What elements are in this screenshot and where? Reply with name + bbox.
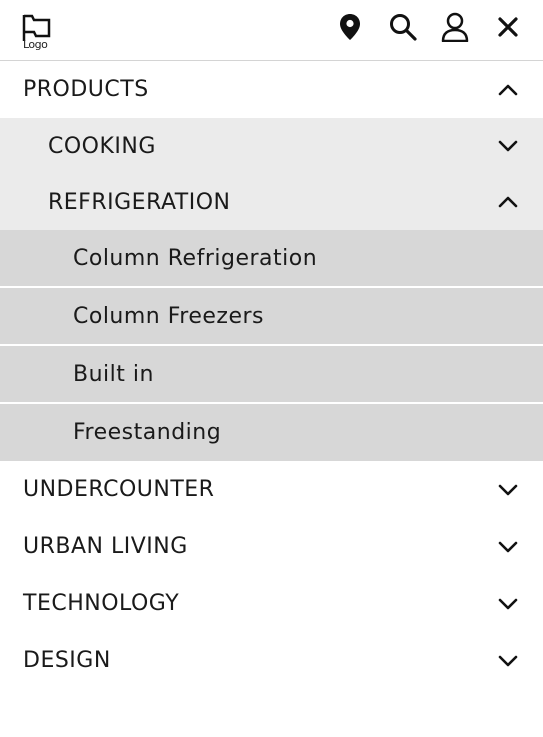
chevron-down-icon bbox=[498, 541, 518, 553]
submenu-item-label: Column Refrigeration bbox=[73, 245, 318, 271]
logo-text: Logo bbox=[23, 38, 48, 51]
close-icon[interactable] bbox=[493, 12, 523, 42]
header: Logo bbox=[0, 0, 543, 61]
menu-item-label: REFRIGERATION bbox=[48, 189, 231, 215]
submenu-item-column-refrigeration[interactable]: Column Refrigeration bbox=[0, 230, 543, 288]
menu-item-label: DESIGN bbox=[23, 648, 111, 673]
submenu-item-label: Freestanding bbox=[73, 420, 222, 445]
menu-item-label: UNDERCOUNTER bbox=[23, 477, 215, 502]
location-pin-icon[interactable] bbox=[335, 12, 365, 42]
logo[interactable]: Logo bbox=[22, 14, 54, 54]
user-icon[interactable] bbox=[440, 12, 470, 42]
menu-item-label: COOKING bbox=[48, 133, 156, 159]
nav-menu: PRODUCTS COOKING REFRIGERATION Column Re… bbox=[0, 61, 543, 689]
menu-item-refrigeration[interactable]: REFRIGERATION bbox=[0, 174, 543, 230]
submenu-item-freestanding[interactable]: Freestanding bbox=[0, 404, 543, 461]
menu-item-products[interactable]: PRODUCTS bbox=[0, 61, 543, 118]
chevron-down-icon bbox=[498, 484, 518, 496]
menu-item-undercounter[interactable]: UNDERCOUNTER bbox=[0, 461, 543, 518]
menu-item-urban-living[interactable]: URBAN LIVING bbox=[0, 518, 543, 575]
search-icon[interactable] bbox=[388, 12, 418, 42]
submenu-item-label: Built in bbox=[73, 361, 154, 387]
menu-item-label: URBAN LIVING bbox=[23, 534, 188, 559]
menu-item-technology[interactable]: TECHNOLOGY bbox=[0, 575, 543, 632]
submenu-item-label: Column Freezers bbox=[73, 303, 265, 329]
submenu-item-column-freezers[interactable]: Column Freezers bbox=[0, 288, 543, 346]
menu-item-design[interactable]: DESIGN bbox=[0, 632, 543, 689]
menu-item-label: PRODUCTS bbox=[23, 77, 149, 102]
chevron-down-icon bbox=[498, 598, 518, 610]
chevron-up-icon bbox=[498, 84, 518, 96]
chevron-up-icon bbox=[498, 196, 518, 208]
submenu-item-built-in[interactable]: Built in bbox=[0, 346, 543, 404]
menu-item-cooking[interactable]: COOKING bbox=[0, 118, 543, 174]
chevron-down-icon bbox=[498, 140, 518, 152]
chevron-down-icon bbox=[498, 655, 518, 667]
menu-item-label: TECHNOLOGY bbox=[23, 591, 180, 616]
